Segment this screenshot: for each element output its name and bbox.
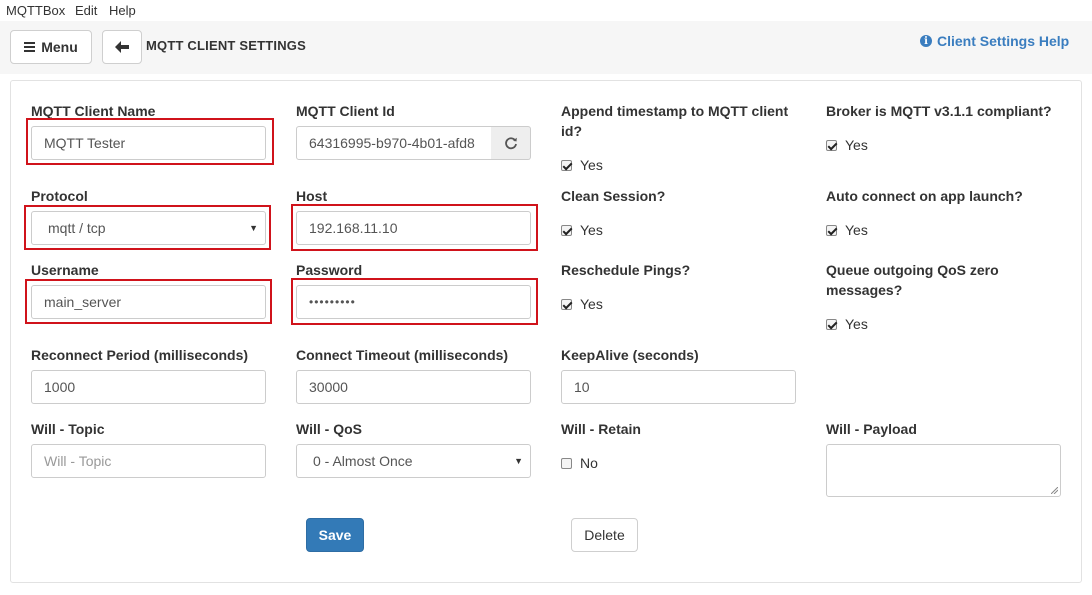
toolbar: Menu MQTT CLIENT SETTINGS i Client Setti… [0, 21, 1092, 74]
protocol-highlight [24, 205, 271, 250]
will-topic-label: Will - Topic [31, 421, 105, 437]
client-settings-help-link[interactable]: i Client Settings Help [920, 33, 1069, 49]
clean-session-option: Yes [580, 222, 603, 238]
page-title: MQTT CLIENT SETTINGS [146, 38, 306, 53]
protocol-label: Protocol [31, 188, 88, 204]
broker-compliant-option: Yes [845, 137, 868, 153]
checkbox-checked[interactable] [826, 318, 837, 330]
keepalive-label: KeepAlive (seconds) [561, 347, 699, 363]
menu-button-label: Menu [41, 39, 78, 55]
caret-down-icon: ▼ [514, 456, 523, 466]
keepalive-input[interactable]: 10 [561, 370, 796, 404]
delete-button[interactable]: Delete [571, 518, 638, 552]
regenerate-id-button[interactable] [491, 126, 531, 160]
broker-compliant-label: Broker is MQTT v3.1.1 compliant? [826, 103, 1052, 119]
clean-session-checkbox[interactable]: Yes [561, 222, 603, 238]
username-label: Username [31, 262, 99, 278]
auto-connect-option: Yes [845, 222, 868, 238]
append-timestamp-option: Yes [580, 157, 603, 173]
app-menubar: MQTTBox Edit Help [0, 0, 1092, 21]
queue-qos-zero-label: Queue outgoing QoS zero messages? [826, 262, 999, 298]
host-label: Host [296, 188, 328, 204]
append-timestamp-checkbox[interactable]: Yes [561, 157, 603, 173]
help-link-label: Client Settings Help [937, 33, 1070, 49]
reschedule-pings-option: Yes [580, 296, 603, 312]
back-button[interactable] [102, 30, 142, 64]
arrow-left-icon [115, 41, 129, 53]
will-retain-label: Will - Retain [561, 421, 641, 437]
reconnect-period-label: Reconnect Period (milliseconds) [31, 347, 249, 363]
reschedule-pings-label: Reschedule Pings? [561, 262, 691, 278]
checkbox-checked[interactable] [561, 298, 572, 310]
checkbox-unchecked[interactable] [561, 457, 572, 469]
hamburger-icon [24, 42, 36, 52]
checkbox-checked[interactable] [561, 159, 572, 171]
host-highlight [291, 204, 538, 251]
save-button[interactable]: Save [306, 518, 364, 552]
refresh-icon [504, 137, 517, 150]
reschedule-pings-checkbox[interactable]: Yes [561, 296, 603, 312]
checkbox-checked[interactable] [826, 139, 837, 151]
auto-connect-checkbox[interactable]: Yes [826, 222, 868, 238]
will-qos-label: Will - QoS [296, 421, 362, 437]
menu-help[interactable]: Help [109, 3, 136, 18]
client-id-input[interactable]: 64316995-b970-4b01-afd8 [296, 126, 492, 160]
will-payload-label: Will - Payload [826, 421, 917, 437]
auto-connect-label: Auto connect on app launch? [826, 188, 1023, 204]
menu-button[interactable]: Menu [10, 30, 92, 64]
will-topic-input[interactable]: Will - Topic [31, 444, 266, 478]
password-highlight [291, 278, 538, 325]
resize-handle-icon[interactable] [1051, 487, 1058, 494]
checkbox-checked[interactable] [561, 224, 572, 236]
will-qos-select[interactable]: 0 - Almost Once ▼ [296, 444, 531, 478]
will-qos-value: 0 - Almost Once [313, 453, 413, 469]
clean-session-label: Clean Session? [561, 188, 666, 204]
password-label: Password [296, 262, 363, 278]
connect-timeout-label: Connect Timeout (milliseconds) [296, 347, 509, 363]
queue-qos-zero-option: Yes [845, 316, 868, 332]
info-circle-icon: i [920, 35, 932, 47]
reconnect-period-input[interactable]: 1000 [31, 370, 266, 404]
will-retain-option: No [580, 455, 598, 471]
connect-timeout-input[interactable]: 30000 [296, 370, 531, 404]
menu-mqttbox[interactable]: MQTTBox [6, 3, 65, 18]
will-retain-checkbox[interactable]: No [561, 455, 598, 471]
menu-edit[interactable]: Edit [75, 3, 97, 18]
queue-qos-zero-checkbox[interactable]: Yes [826, 316, 868, 332]
client-name-highlight [26, 118, 274, 165]
broker-compliant-checkbox[interactable]: Yes [826, 137, 868, 153]
append-timestamp-label: Append timestamp to MQTT client id? [561, 103, 789, 139]
will-payload-textarea[interactable] [826, 444, 1061, 497]
client-id-label: MQTT Client Id [296, 103, 395, 119]
username-highlight [25, 279, 272, 324]
checkbox-checked[interactable] [826, 224, 837, 236]
